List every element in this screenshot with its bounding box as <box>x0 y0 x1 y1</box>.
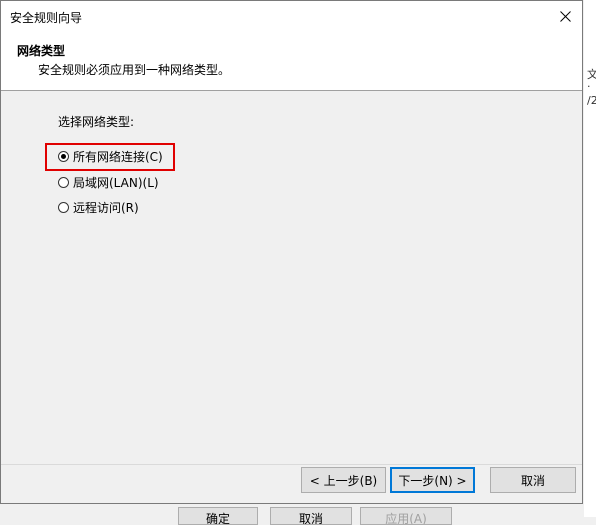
security-rule-wizard-dialog: 安全规则向导 网络类型 安全规则必须应用到一种网络类型。 选择网络类型: 所有网… <box>0 0 583 504</box>
background-ok-button[interactable]: 确定 <box>178 507 258 525</box>
footer-divider <box>1 464 582 465</box>
background-apply-button: 应用(A) <box>360 507 452 525</box>
background-text: /2 <box>587 94 596 107</box>
back-button[interactable]: < 上一步(B) <box>301 467 386 493</box>
radio-lan[interactable]: 局域网(LAN)(L) <box>58 173 159 191</box>
wizard-content: 选择网络类型: 所有网络连接(C) 局域网(LAN)(L) 远程访问(R) <box>1 91 582 464</box>
radio-label: 远程访问(R) <box>73 200 139 215</box>
page-title: 网络类型 <box>17 44 66 58</box>
radio-button-checked[interactable] <box>58 150 69 162</box>
dialog-title: 安全规则向导 <box>10 11 83 25</box>
close-icon <box>559 10 571 22</box>
radio-label: 所有网络连接(C) <box>73 149 163 164</box>
radio-label: 局域网(LAN)(L) <box>73 175 159 190</box>
title-bar: 安全规则向导 <box>1 1 582 31</box>
network-type-prompt: 选择网络类型: <box>58 115 135 129</box>
background-cancel-button[interactable]: 取消 <box>270 507 352 525</box>
cancel-button[interactable]: 取消 <box>490 467 576 493</box>
radio-button[interactable] <box>58 201 69 213</box>
wizard-header: 网络类型 安全规则必须应用到一种网络类型。 <box>1 31 582 90</box>
page-subtitle: 安全规则必须应用到一种网络类型。 <box>38 63 231 77</box>
close-button[interactable] <box>548 1 582 31</box>
radio-button[interactable] <box>58 176 69 188</box>
next-button[interactable]: 下一步(N) > <box>390 467 475 493</box>
background-text: · <box>587 80 591 93</box>
radio-all-network-connections[interactable]: 所有网络连接(C) <box>58 147 163 165</box>
radio-remote-access[interactable]: 远程访问(R) <box>58 198 139 216</box>
